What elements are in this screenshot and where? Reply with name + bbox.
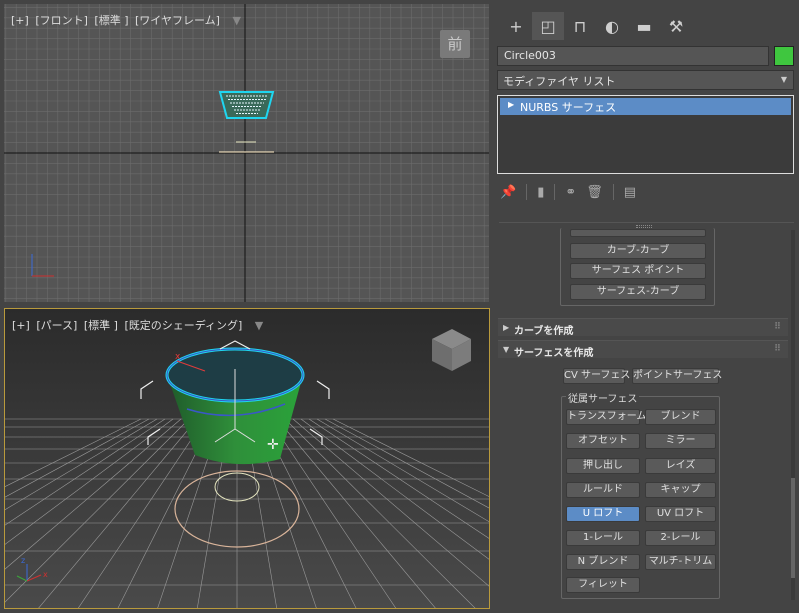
perspective-scene: x ✛ z x [5,309,489,608]
display-tab-icon[interactable]: ▬ [628,12,660,40]
make-unique-icon[interactable]: ⚭ [565,185,576,200]
configure-modifier-sets-icon[interactable]: ▤ [624,185,636,200]
front-viewport[interactable]: [+] [フロント] [標準 ] [ワイヤフレーム] ▼ 前 [4,4,489,302]
rollout-create-curves[interactable]: ▶ カーブを作成 ⠿ [498,318,788,337]
panel-divider [499,222,794,223]
expand-triangle-icon[interactable]: ▶ [508,100,514,109]
motion-tab-icon[interactable]: ◐ [596,12,628,40]
separator [612,184,614,200]
persp-viewport-label[interactable]: [+] [パース] [標準 ] [既定のシェーディング] ▼ [12,317,266,333]
ruled-button[interactable]: ルールド [566,482,640,498]
viewport-standard-menu[interactable]: [標準 ] [84,319,118,332]
viewport-pov-menu[interactable]: [パース] [36,319,77,332]
viewcube-front[interactable]: 前 [440,30,470,58]
lathe-button[interactable]: レイズ [645,458,716,474]
svg-text:z: z [21,556,25,565]
collapsed-arrow-icon: ▶ [503,323,510,332]
pin-stack-icon[interactable]: 📌 [500,185,516,200]
rollout-title: カーブを作成 [514,326,574,337]
blend-button[interactable]: ブレンド [645,409,716,425]
modify-tab-icon[interactable]: ◰ [532,12,564,40]
viewport-shading-menu[interactable]: [ワイヤフレーム] [135,14,220,27]
separator [554,184,556,200]
dependent-surfaces-label: 従属サーフェス [566,390,640,405]
chevron-down-icon: ▼ [780,75,787,84]
stack-toolbar: 📌 ▮ ⚭ 🗑 ▤ [500,182,636,202]
stack-item-nurbs[interactable]: ▶ NURBS サーフェス [500,98,791,115]
extrude-button[interactable]: 押し出し [566,458,640,474]
surface-curve-button[interactable]: サーフェス-カーブ [570,284,706,300]
rollout-create-surfaces[interactable]: ▼ サーフェスを作成 ⠿ [498,340,788,359]
u-loft-button[interactable]: U ロフト [566,506,640,522]
modifier-stack[interactable]: ▶ NURBS サーフェス [497,95,794,174]
offset-button[interactable]: オフセット [566,433,640,449]
modifier-list-dropdown[interactable]: モディファイヤ リスト ▼ [497,70,794,90]
filter-icon[interactable]: ▼ [232,14,240,27]
modifier-list-label: モディファイヤ リスト [503,75,616,88]
cap-button[interactable]: キャップ [645,482,716,498]
mirror-button[interactable]: ミラー [645,433,716,449]
viewport-shading-menu[interactable]: [既定のシェーディング] [124,319,242,332]
show-end-result-icon[interactable]: ▮ [537,185,544,200]
front-viewport-label[interactable]: [+] [フロント] [標準 ] [ワイヤフレーム] ▼ [11,12,244,28]
point-surface-button[interactable]: ポイントサーフェス [632,368,722,384]
multi-trim-button[interactable]: マルチ-トリム [645,554,716,570]
n-blend-button[interactable]: N ブレンド [566,554,640,570]
create-tab-icon[interactable]: + [500,12,532,40]
svg-text:✛: ✛ [267,437,279,453]
viewport-menu-plus[interactable]: [+] [11,14,29,27]
drag-dots-icon[interactable]: ⠿ [774,344,781,354]
one-rail-button[interactable]: 1-レール [566,530,640,546]
svg-text:x: x [175,352,181,362]
viewport-standard-menu[interactable]: [標準 ] [94,14,128,27]
filter-icon[interactable]: ▼ [255,319,263,332]
utilities-tab-icon[interactable]: ⚒ [660,12,692,40]
panel-scrollbar-thumb[interactable] [791,478,795,578]
command-panel-tabs: + ◰ ⊓ ◐ ▬ ⚒ [500,12,692,40]
curve-curve-button[interactable]: カーブ-カーブ [570,243,706,259]
app-window: [+] [フロント] [標準 ] [ワイヤフレーム] ▼ 前 x ✛ z x [… [0,0,799,613]
viewport-menu-plus[interactable]: [+] [12,319,30,332]
two-rail-button[interactable]: 2-レール [645,530,716,546]
fillet-button[interactable]: フィレット [566,577,640,593]
drag-dots-icon[interactable]: ⠿ [774,322,781,332]
viewport-pov-menu[interactable]: [フロント] [35,14,88,27]
front-grid [4,4,489,302]
perspective-viewport[interactable]: x ✛ z x [+] [パース] [標準 ] [既定のシェーディング] ▼ [4,308,490,609]
remove-modifier-icon[interactable]: 🗑 [586,185,603,200]
object-name-field[interactable]: Circle003 [497,46,769,66]
surface-point-button[interactable]: サーフェス ポイント [570,263,706,279]
uv-loft-button[interactable]: UV ロフト [645,506,716,522]
stack-item-label: NURBS サーフェス [520,101,617,114]
hidden-button[interactable] [570,229,706,237]
hierarchy-tab-icon[interactable]: ⊓ [564,12,596,40]
cv-surface-button[interactable]: CV サーフェス [563,368,630,384]
svg-text:x: x [43,570,48,579]
transform-button[interactable]: トランスフォーム [566,409,647,425]
rollout-title: サーフェスを作成 [514,348,594,359]
expanded-arrow-icon: ▼ [503,345,510,354]
separator [526,184,528,200]
object-color-swatch[interactable] [774,46,794,66]
